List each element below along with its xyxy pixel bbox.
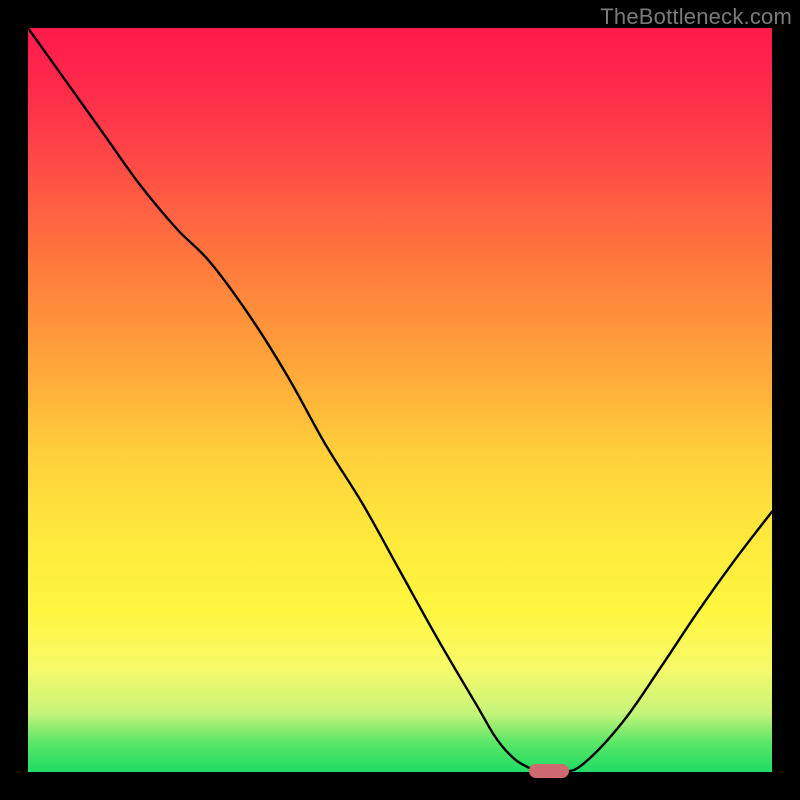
curve-path — [28, 28, 772, 773]
bottleneck-curve — [28, 28, 772, 772]
optimum-marker — [529, 764, 569, 778]
plot-area — [28, 28, 772, 772]
chart-frame: TheBottleneck.com — [0, 0, 800, 800]
watermark-text: TheBottleneck.com — [600, 4, 792, 30]
